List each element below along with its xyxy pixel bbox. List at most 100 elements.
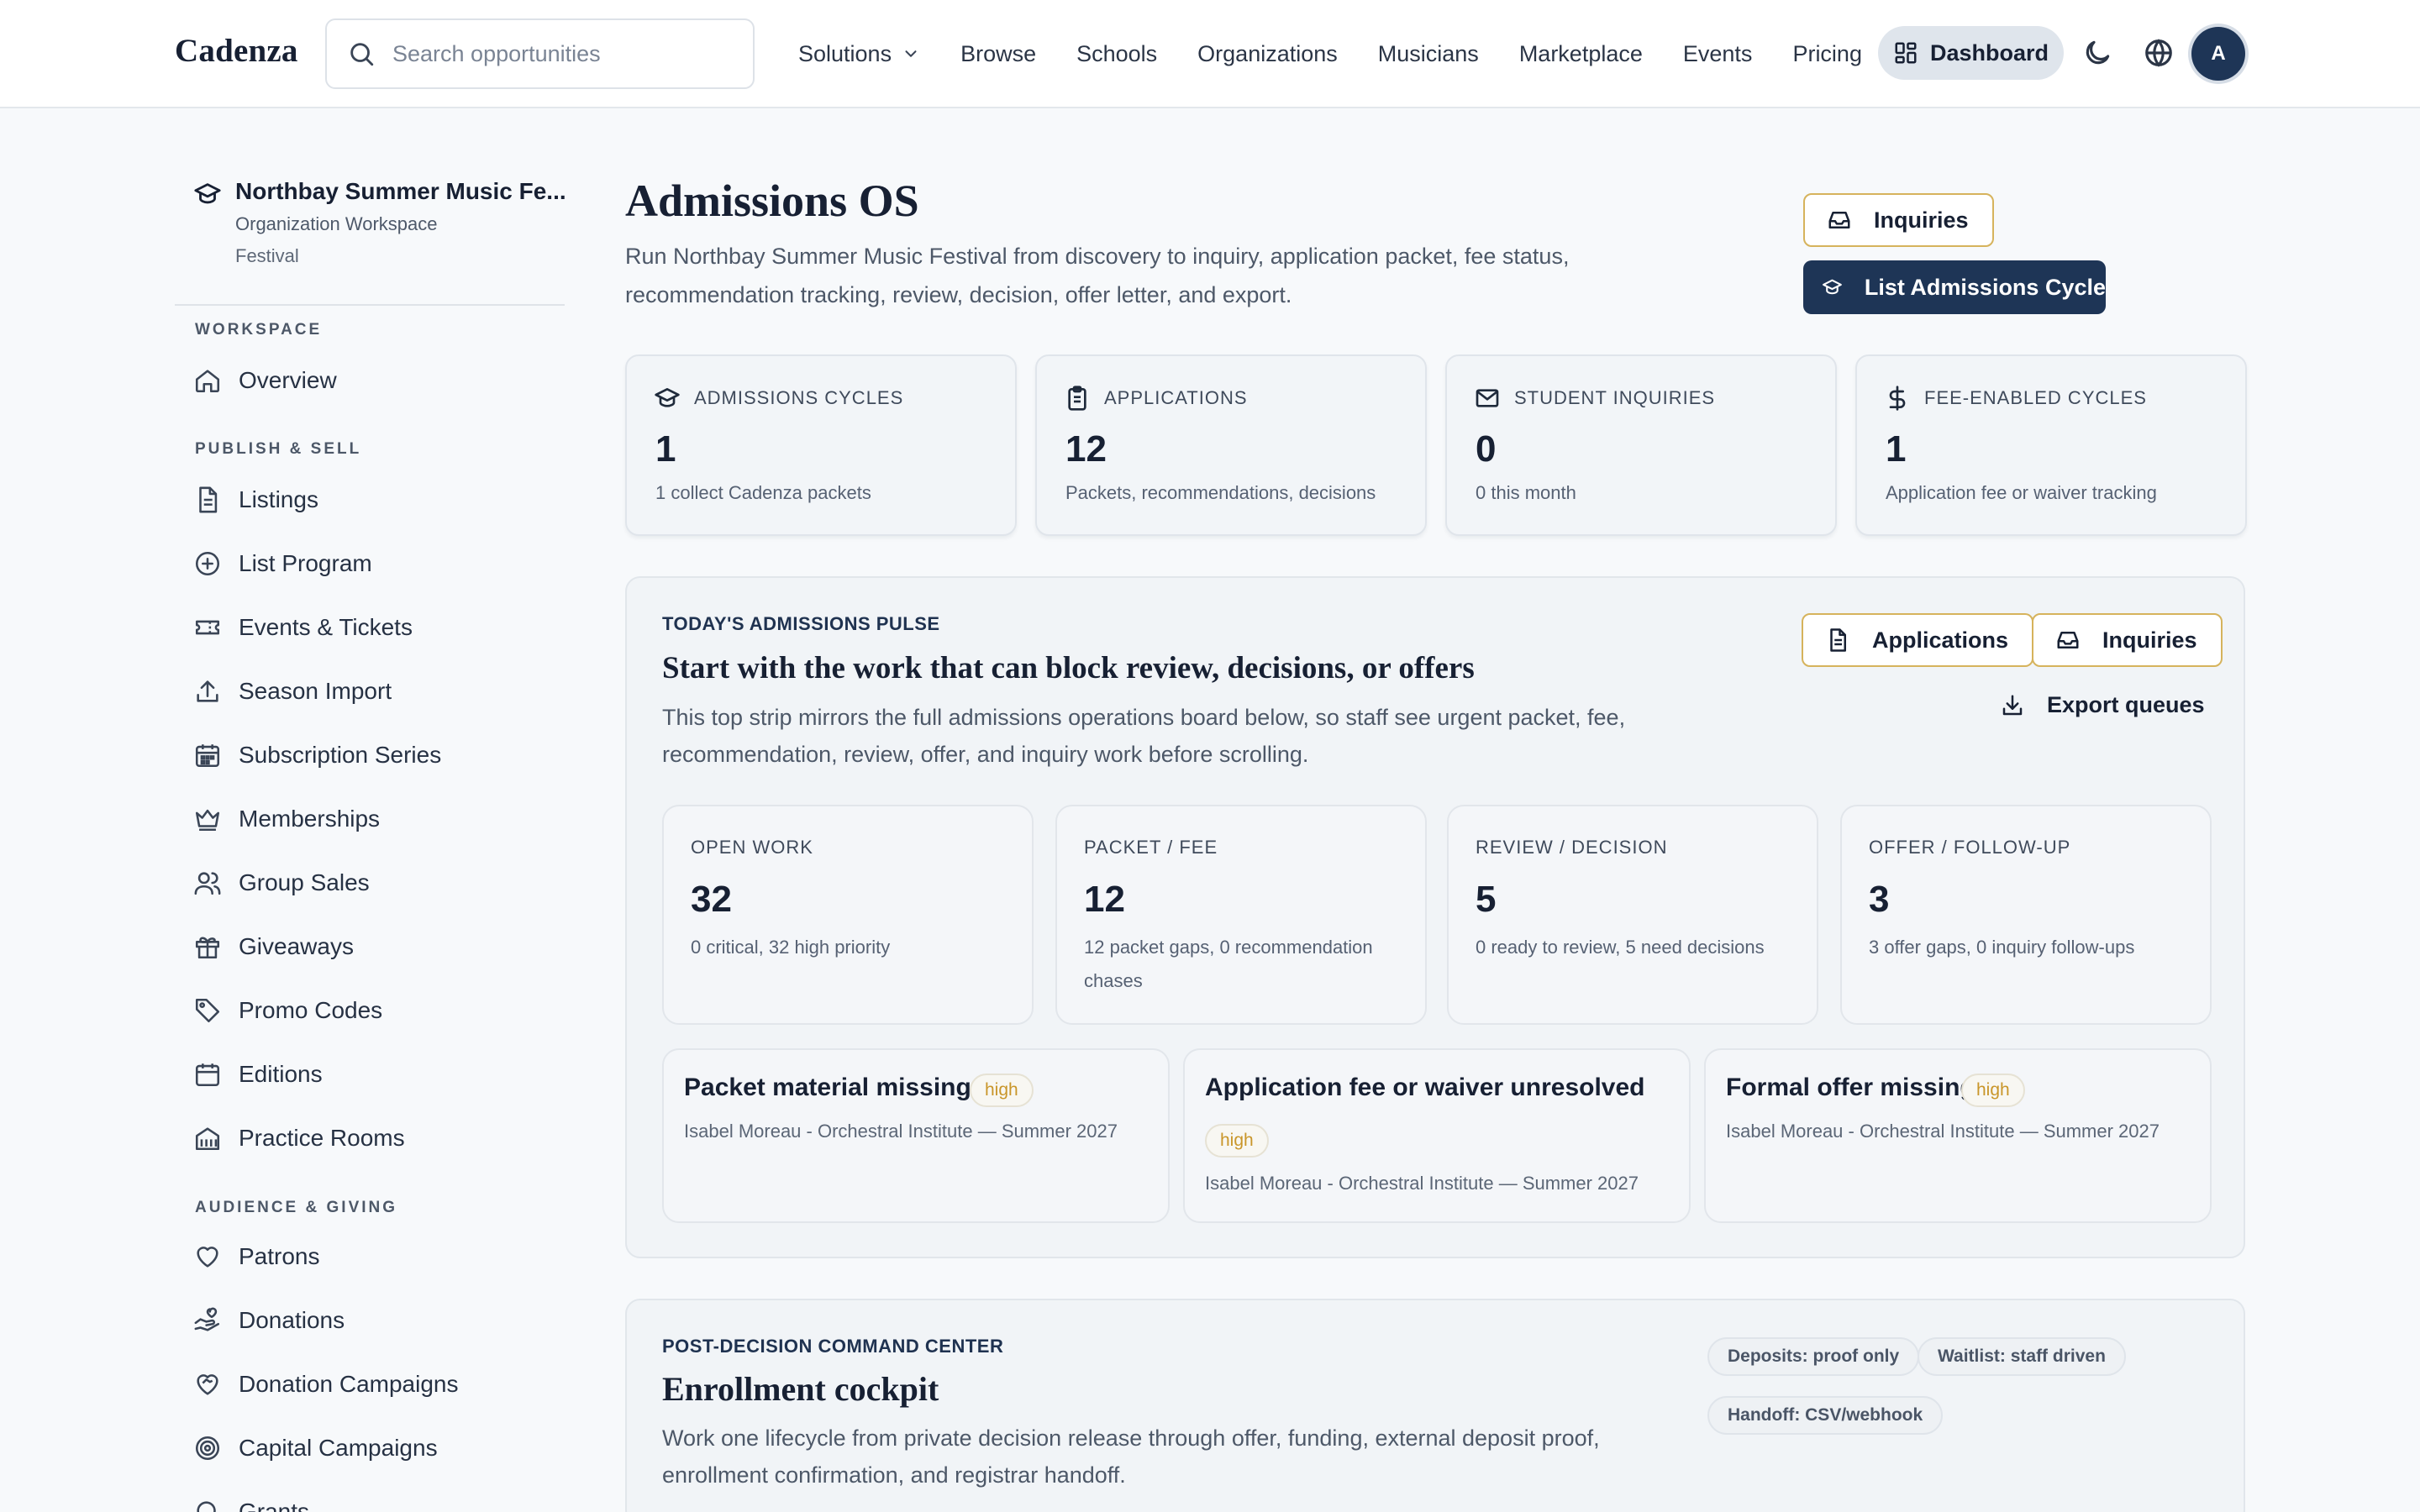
dashboard-button-label: Dashboard — [1929, 39, 2049, 66]
metric-value: 3 — [1869, 879, 1890, 920]
dollar-icon — [1889, 386, 1906, 411]
graduation-cap-icon — [1823, 279, 1842, 295]
sidebar-item-group-sales[interactable]: Group Sales — [193, 862, 370, 904]
inbox-icon — [1828, 212, 1850, 228]
nav-schools[interactable]: Schools — [1076, 41, 1157, 67]
inquiries-button[interactable]: Inquiries — [1803, 193, 1994, 247]
users-icon — [194, 872, 221, 895]
nav-events[interactable]: Events — [1683, 41, 1753, 67]
task-detail: Isabel Moreau - Orchestral Institute — S… — [1205, 1173, 1639, 1194]
stat-value: 1 — [655, 428, 676, 470]
chevron-down-icon — [905, 50, 917, 57]
sidebar-item-subscription-series[interactable]: Subscription Series — [193, 734, 441, 776]
crown-icon — [195, 809, 220, 832]
building-icon — [195, 1127, 220, 1151]
sidebar-item-capital-campaigns[interactable]: Capital Campaigns — [193, 1427, 438, 1469]
nav-marketplace[interactable]: Marketplace — [1519, 41, 1643, 67]
gift-icon — [195, 937, 220, 959]
task-card-packet-material[interactable]: Packet material missing high Isabel More… — [662, 1048, 1170, 1223]
tag-icon — [195, 998, 220, 1023]
enrollment-description: Work one lifecycle from private decision… — [662, 1425, 1600, 1488]
stat-subtext: 0 this month — [1476, 482, 1576, 503]
list-admissions-cycle-label: List Admissions Cycle — [1864, 274, 2106, 300]
metric-packet-fee: PACKET / FEE 12 12 packet gaps, 0 recomm… — [1055, 805, 1427, 1025]
nav-organizations[interactable]: Organizations — [1197, 41, 1338, 67]
sidebar-item-label: Overview — [239, 367, 337, 393]
pulse-inquiries-button[interactable]: Inquiries — [2032, 613, 2223, 667]
stat-card-header: APPLICATIONS — [1064, 385, 1248, 412]
dashboard-button[interactable]: Dashboard — [1878, 26, 2064, 80]
sidebar-item-label: Donations — [239, 1307, 345, 1333]
calendar-grid-icon — [195, 744, 220, 768]
sidebar-item-giveaways[interactable]: Giveaways — [193, 926, 354, 968]
search-icon — [197, 1501, 216, 1512]
metric-value: 5 — [1476, 879, 1497, 920]
user-avatar[interactable]: A — [2191, 27, 2245, 81]
sidebar-item-patrons[interactable]: Patrons — [193, 1236, 320, 1278]
task-detail: Isabel Moreau - Orchestral Institute — S… — [1726, 1121, 2160, 1142]
sidebar-item-label: Events & Tickets — [239, 614, 413, 640]
nav-musicians[interactable]: Musicians — [1378, 41, 1479, 67]
inquiries-button-label: Inquiries — [1874, 207, 1969, 233]
sidebar-item-donations[interactable]: Donations — [193, 1299, 345, 1341]
nav-solutions[interactable]: Solutions — [798, 41, 920, 67]
graduation-cap-icon — [194, 183, 221, 204]
nav-pricing[interactable]: Pricing — [1792, 41, 1862, 67]
enrollment-cockpit-panel: POST-DECISION COMMAND CENTER Enrollment … — [625, 1299, 2245, 1512]
metric-label: REVIEW / DECISION — [1476, 837, 1668, 858]
document-icon — [1830, 628, 1846, 652]
priority-badge: high — [1205, 1124, 1269, 1158]
sidebar-item-grants[interactable]: Grants — [193, 1491, 309, 1512]
stat-label: STUDENT INQUIRIES — [1514, 387, 1716, 408]
brand-logo[interactable]: Cadenza — [175, 32, 298, 70]
task-title: Packet material missing — [684, 1074, 971, 1101]
stat-subtext: Application fee or waiver tracking — [1886, 482, 2157, 503]
export-queues-button[interactable]: Export queues — [2000, 692, 2205, 718]
metric-offer-follow-up: OFFER / FOLLOW-UP 3 3 offer gaps, 0 inqu… — [1840, 805, 2212, 1025]
stat-label: FEE-ENABLED CYCLES — [1924, 387, 2147, 408]
mail-icon — [1476, 389, 1499, 407]
search-input[interactable] — [392, 40, 729, 67]
applications-button[interactable]: Applications — [1802, 613, 2034, 667]
sidebar-item-label: Grants — [239, 1499, 310, 1512]
org-type: Festival — [235, 245, 299, 266]
sidebar-item-label: Editions — [239, 1061, 323, 1087]
sidebar-item-editions[interactable]: Editions — [193, 1053, 323, 1095]
page-title: Admissions OS — [625, 176, 919, 226]
stat-card-admissions-cycles: ADMISSIONS CYCLES 1 1 collect Cadenza pa… — [625, 354, 1017, 536]
download-icon — [2002, 695, 2023, 715]
metric-label: PACKET / FEE — [1084, 837, 1218, 858]
stat-card-student-inquiries: STUDENT INQUIRIES 0 0 this month — [1445, 354, 1837, 536]
list-admissions-cycle-button[interactable]: List Admissions Cycle — [1803, 260, 2106, 314]
applications-button-label: Applications — [1872, 627, 2009, 653]
nav-solutions-label: Solutions — [798, 40, 892, 66]
sidebar-item-season-import[interactable]: Season Import — [193, 670, 392, 712]
chip-deposits: Deposits: proof only — [1707, 1337, 1920, 1376]
calendar-icon — [195, 1063, 220, 1087]
sidebar-item-list-program[interactable]: List Program — [193, 543, 372, 585]
sidebar-item-listings[interactable]: Listings — [193, 479, 318, 521]
sidebar-item-donation-campaigns[interactable]: Donation Campaigns — [193, 1363, 459, 1405]
sidebar-item-practice-rooms[interactable]: Practice Rooms — [193, 1117, 405, 1159]
globe-icon[interactable] — [2143, 37, 2175, 69]
sidebar-item-label: Capital Campaigns — [239, 1435, 438, 1461]
task-card-fee-waiver[interactable]: Application fee or waiver unresolved hig… — [1183, 1048, 1691, 1223]
sidebar-item-memberships[interactable]: Memberships — [193, 798, 380, 840]
search-box[interactable] — [325, 18, 755, 89]
chip-waitlist: Waitlist: staff driven — [1918, 1337, 2126, 1376]
sidebar-item-events-tickets[interactable]: Events & Tickets — [193, 606, 413, 648]
task-card-formal-offer[interactable]: Formal offer missing high Isabel Moreau … — [1704, 1048, 2212, 1223]
sidebar-item-promo-codes[interactable]: Promo Codes — [193, 990, 382, 1032]
sidebar-item-label: Patrons — [239, 1243, 320, 1269]
moon-icon[interactable] — [2081, 37, 2113, 69]
sidebar-item-overview[interactable]: Overview — [193, 360, 337, 402]
stat-value: 12 — [1065, 428, 1107, 470]
pulse-description: This top strip mirrors the full admissio… — [662, 705, 1626, 767]
task-detail: Isabel Moreau - Orchestral Institute — S… — [684, 1121, 1118, 1142]
sidebar-section-workspace: WORKSPACE — [195, 321, 323, 339]
metric-label: OPEN WORK — [691, 837, 813, 858]
top-navigation-bar: Cadenza Solutions Browse Schools Organiz… — [0, 0, 2420, 108]
nav-browse[interactable]: Browse — [960, 41, 1036, 67]
pulse-title: Start with the work that can block revie… — [662, 651, 1475, 685]
heart-icon — [197, 1247, 218, 1268]
